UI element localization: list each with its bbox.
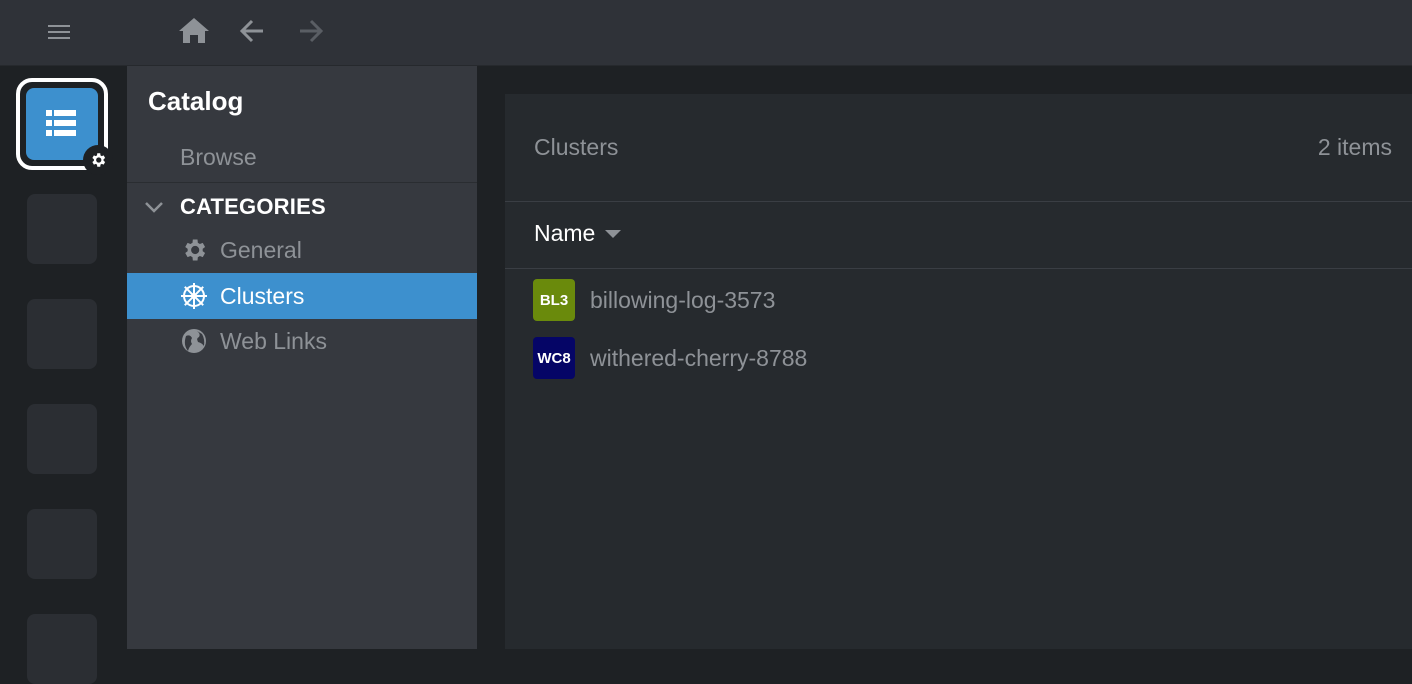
- arrow-right-icon[interactable]: [292, 13, 328, 49]
- hotbar-slot[interactable]: [27, 614, 97, 684]
- column-header-name[interactable]: Name: [534, 220, 622, 247]
- globe-icon: [180, 327, 208, 355]
- divider: [127, 182, 477, 183]
- sidebar-item-browse[interactable]: Browse: [180, 144, 257, 171]
- catalog-main-panel: Clusters 2 items Name BL3 billowing-log-…: [505, 94, 1412, 649]
- page-title: Clusters: [534, 134, 619, 160]
- top-bar: [0, 0, 1412, 66]
- column-header-label: Name: [534, 220, 596, 246]
- hotbar-slot[interactable]: [27, 299, 97, 369]
- chevron-down-icon: [145, 202, 163, 213]
- hotbar-slot[interactable]: [27, 194, 97, 264]
- hotbar-catalog-button[interactable]: [16, 78, 113, 175]
- table-row[interactable]: WC8 withered-cherry-8788: [533, 337, 807, 379]
- sidebar-item-general[interactable]: General: [127, 227, 477, 273]
- gear-icon: [180, 236, 208, 264]
- divider: [505, 201, 1412, 202]
- categories-toggle[interactable]: CATEGORIES: [141, 192, 326, 222]
- hamburger-icon[interactable]: [46, 20, 74, 44]
- hotbar-slot[interactable]: [27, 509, 97, 579]
- sidebar-item-label: Web Links: [220, 327, 327, 354]
- table-row[interactable]: BL3 billowing-log-3573: [533, 279, 775, 321]
- sidebar-item-label: Clusters: [220, 282, 305, 309]
- sidebar-item-label: General: [220, 236, 302, 263]
- hotbar: [0, 66, 127, 684]
- hotbar-slot[interactable]: [27, 404, 97, 474]
- arrow-left-icon[interactable]: [235, 13, 271, 49]
- sort-caret-icon: [605, 229, 622, 238]
- catalog-sidebar: Catalog Browse CATEGORIES General Cluste…: [127, 66, 477, 649]
- avatar: BL3: [533, 279, 575, 321]
- home-icon[interactable]: [176, 13, 212, 49]
- categories-label: CATEGORIES: [180, 194, 326, 219]
- sidebar-item-web-links[interactable]: Web Links: [127, 318, 477, 364]
- divider: [505, 268, 1412, 269]
- cluster-name: billowing-log-3573: [590, 286, 776, 313]
- gear-icon: [83, 145, 113, 175]
- item-count: 2 items: [1317, 134, 1392, 160]
- cluster-name: withered-cherry-8788: [590, 344, 808, 371]
- sidebar-title: Catalog: [148, 86, 244, 116]
- kubernetes-helm-icon: [180, 282, 208, 310]
- sidebar-item-clusters[interactable]: Clusters: [127, 273, 477, 319]
- avatar: WC8: [533, 337, 575, 379]
